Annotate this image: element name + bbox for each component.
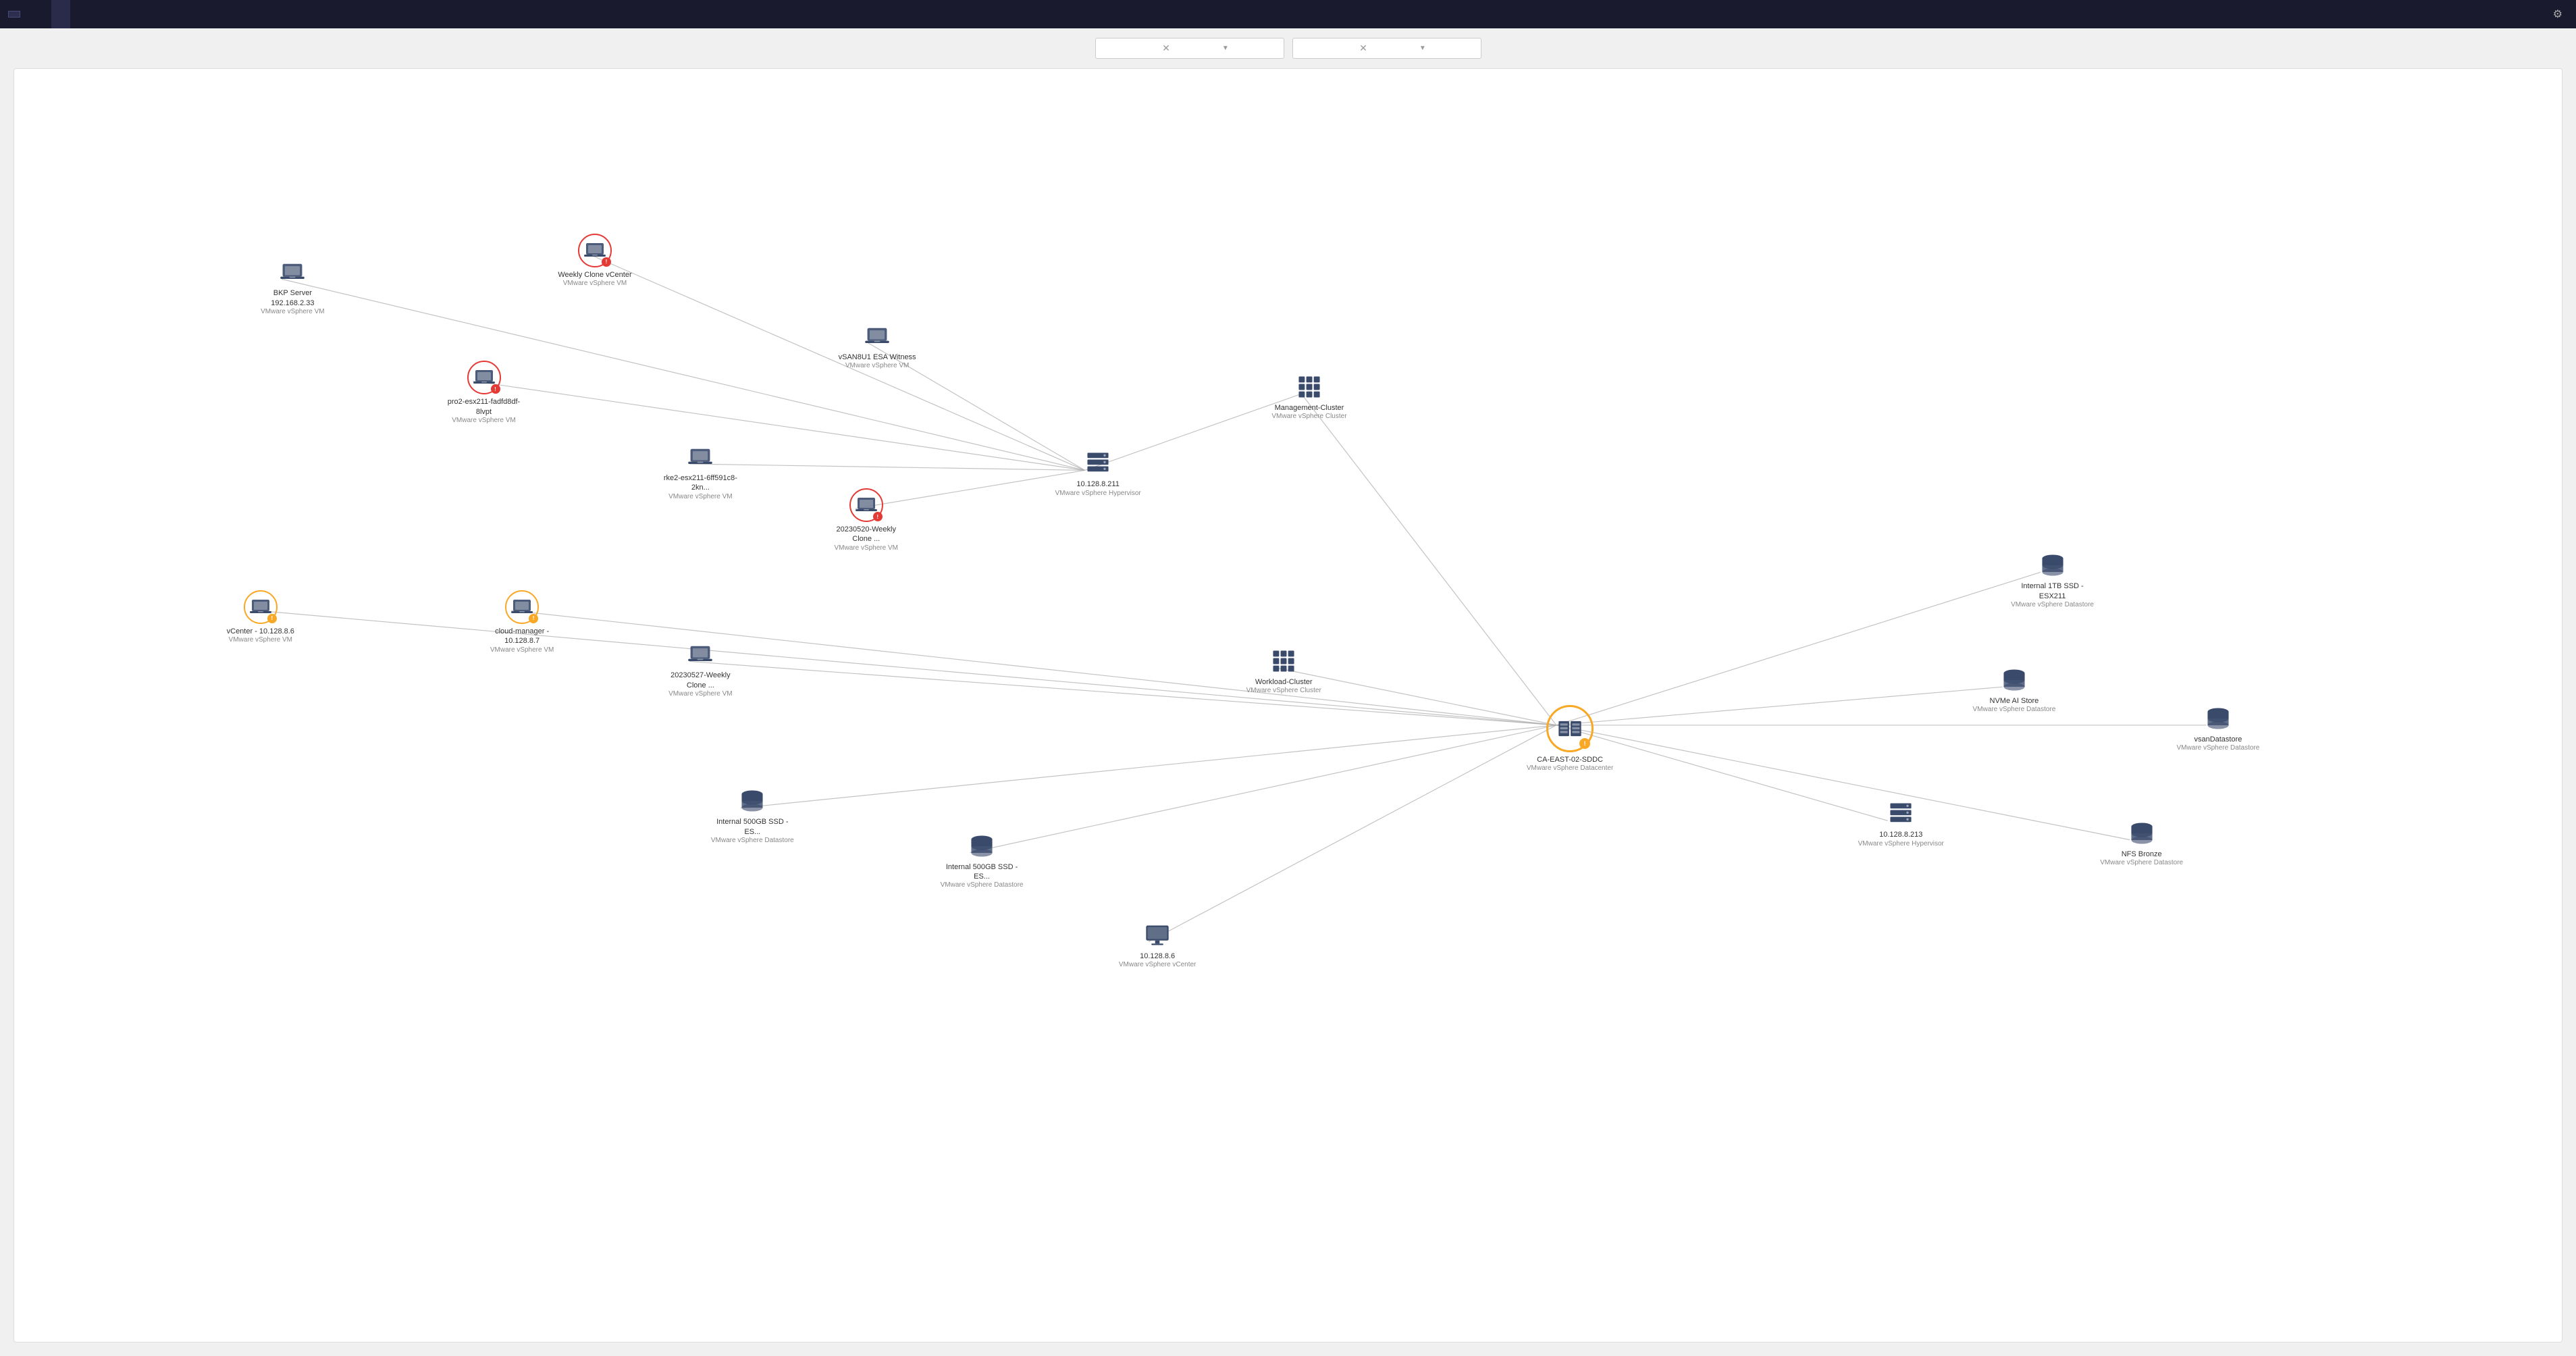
node-20230520-weekly[interactable]: ! 20230520-Weekly Clone ... VMware vSphe…: [826, 488, 907, 552]
nav-log-browser[interactable]: [95, 0, 113, 28]
node-type-cloud-manager: VMware vSphere VM: [490, 646, 554, 654]
node-ca-east-02-sddc[interactable]: ! CA-EAST-02-SDDC VMware vSphere Datacen…: [1527, 705, 1613, 773]
node-cloud-manager[interactable]: ! cloud-manager - 10.128.8.7 VMware vSph…: [481, 590, 562, 654]
node-label-host-10128213: 10.128.8.213: [1879, 830, 1922, 839]
node-label-nvme-ai-store: NVMe AI Store: [1990, 696, 2039, 706]
node-type-weekly-clone-vcenter: VMware vSphere VM: [563, 280, 627, 288]
nav-overview[interactable]: [30, 0, 49, 28]
node-vcenter-10128-8-6[interactable]: ! vCenter - 10.128.8.6 VMware vSphere VM: [227, 590, 294, 644]
node-internal-500gb-es2[interactable]: Internal 500GB SSD - ES... VMware vSpher…: [941, 833, 1024, 890]
node-label-cloud-manager: cloud-manager - 10.128.8.7: [481, 627, 562, 646]
node-label-management-cluster: Management-Cluster: [1275, 403, 1344, 413]
node-label-bkp-server: BKP Server 192.168.2.33: [252, 288, 333, 308]
node-internal-500gb-es1[interactable]: Internal 500GB SSD - ES... VMware vSpher…: [711, 787, 794, 845]
node-management-cluster[interactable]: Management-Cluster VMware vSphere Cluste…: [1271, 373, 1346, 421]
type-arrow-icon: ▼: [1419, 45, 1474, 52]
node-label-20230520-weekly: 20230520-Weekly Clone ...: [826, 525, 907, 544]
node-type-vsan8u1-witness: VMware vSphere VM: [845, 362, 909, 370]
node-type-internal-500gb-es2: VMware vSphere Datastore: [941, 881, 1024, 889]
node-label-20230527-weekly: 20230527-Weekly Clone ...: [660, 671, 741, 690]
node-nfs-bronze[interactable]: NFS Bronze VMware vSphere Datastore: [2100, 820, 2183, 867]
node-host-10128213[interactable]: 10.128.8.213 VMware vSphere Hypervisor: [1858, 800, 1944, 848]
node-pro2-esx211[interactable]: ! pro2-esx211-fadfd8df-8lvpt VMware vSph…: [444, 361, 525, 425]
node-label-vsan-datastore: vsanDatastore: [2194, 735, 2242, 744]
topology-canvas[interactable]: BKP Server 192.168.2.33 VMware vSphere V…: [14, 68, 2562, 1342]
datacenter-filter[interactable]: ✕ ▼: [1095, 38, 1284, 59]
nav-dashboards[interactable]: [73, 0, 92, 28]
node-label-internal-1tb-ssd: Internal 1TB SSD - ESX211: [2012, 581, 2093, 601]
node-type-20230520-weekly: VMware vSphere VM: [835, 544, 898, 552]
node-type-rke2-esx211: VMware vSphere VM: [668, 493, 732, 501]
node-type-20230527-weekly: VMware vSphere VM: [668, 690, 732, 698]
node-type-workload-cluster: VMware vSphere Cluster: [1246, 687, 1321, 695]
node-label-vcenter-10128-8-6: vCenter - 10.128.8.6: [227, 627, 294, 636]
node-type-nfs-bronze: VMware vSphere Datastore: [2100, 859, 2183, 867]
node-type-host-101286: VMware vSphere vCenter: [1119, 961, 1197, 969]
node-rke2-esx211[interactable]: rke2-esx211-6ff591c8-2kn... VMware vSphe…: [660, 444, 741, 501]
node-workload-cluster[interactable]: Workload-Cluster VMware vSphere Cluster: [1246, 648, 1321, 695]
node-host-101286[interactable]: 10.128.8.6 VMware vSphere vCenter: [1119, 922, 1197, 969]
node-label-nfs-bronze: NFS Bronze: [2122, 850, 2162, 859]
settings-icon[interactable]: ⚙: [2548, 7, 2568, 21]
node-type-management-cluster: VMware vSphere Cluster: [1271, 413, 1346, 421]
node-label-vsan8u1-witness: vSAN8U1 ESA Witness: [839, 353, 916, 362]
node-label-host-10128211: 10.128.8.211: [1076, 479, 1119, 489]
node-label-rke2-esx211: rke2-esx211-6ff591c8-2kn...: [660, 473, 741, 493]
filter-bar: ✕ ▼ ✕ ▼: [0, 28, 2576, 68]
datacenter-clear-icon[interactable]: ✕: [1162, 43, 1217, 54]
node-20230527-weekly[interactable]: 20230527-Weekly Clone ... VMware vSphere…: [660, 641, 741, 698]
node-type-pro2-esx211: VMware vSphere VM: [452, 417, 515, 425]
node-host-10128211[interactable]: 10.128.8.211 VMware vSphere Hypervisor: [1055, 450, 1141, 497]
node-bkp-server[interactable]: BKP Server 192.168.2.33 VMware vSphere V…: [252, 259, 333, 316]
node-label-internal-500gb-es2: Internal 500GB SSD - ES...: [941, 862, 1022, 882]
node-type-host-10128211: VMware vSphere Hypervisor: [1055, 490, 1141, 498]
type-filter[interactable]: ✕ ▼: [1292, 38, 1481, 59]
node-type-ca-east-02-sddc: VMware vSphere Datacenter: [1527, 764, 1613, 773]
node-internal-1tb-ssd[interactable]: Internal 1TB SSD - ESX211 VMware vSphere…: [2011, 552, 2094, 609]
datacenter-arrow-icon: ▼: [1222, 45, 1277, 52]
node-label-internal-500gb-es1: Internal 500GB SSD - ES...: [712, 817, 793, 837]
node-label-host-101286: 10.128.8.6: [1140, 951, 1175, 961]
nav-topology[interactable]: [51, 0, 70, 28]
node-label-weekly-clone-vcenter: Weekly Clone vCenter: [558, 270, 631, 280]
node-type-internal-500gb-es1: VMware vSphere Datastore: [711, 837, 794, 845]
node-vsan-datastore[interactable]: vsanDatastore VMware vSphere Datastore: [2177, 705, 2260, 752]
node-type-vsan-datastore: VMware vSphere Datastore: [2177, 744, 2260, 752]
node-label-workload-cluster: Workload-Cluster: [1255, 677, 1313, 687]
logo: [8, 11, 20, 18]
navbar: ⚙: [0, 0, 2576, 28]
node-label-ca-east-02-sddc: CA-EAST-02-SDDC: [1537, 755, 1603, 764]
nav-application-tracing[interactable]: [116, 0, 135, 28]
node-weekly-clone-vcenter[interactable]: ! Weekly Clone vCenter VMware vSphere VM: [558, 234, 631, 288]
node-label-pro2-esx211: pro2-esx211-fadfd8df-8lvpt: [444, 397, 525, 417]
node-type-vcenter-10128-8-6: VMware vSphere VM: [229, 636, 292, 644]
node-type-internal-1tb-ssd: VMware vSphere Datastore: [2011, 601, 2094, 609]
nav-alerts-console[interactable]: [138, 0, 157, 28]
type-clear-icon[interactable]: ✕: [1359, 43, 1414, 54]
node-vsan8u1-witness[interactable]: vSAN8U1 ESA Witness VMware vSphere VM: [839, 323, 916, 370]
node-type-nvme-ai-store: VMware vSphere Datastore: [1973, 706, 2056, 714]
node-type-host-10128213: VMware vSphere Hypervisor: [1858, 840, 1944, 848]
node-type-bkp-server: VMware vSphere VM: [261, 308, 324, 316]
node-nvme-ai-store[interactable]: NVMe AI Store VMware vSphere Datastore: [1973, 667, 2056, 714]
